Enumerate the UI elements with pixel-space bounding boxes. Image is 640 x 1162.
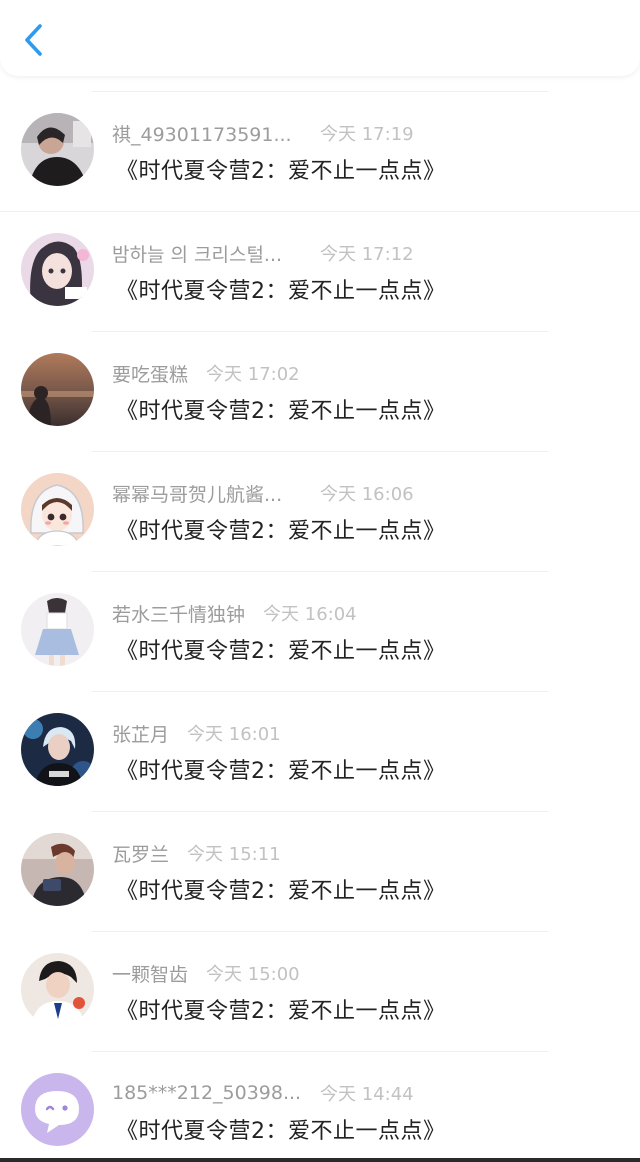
user-name: 祺_49301173591... [112, 123, 292, 146]
avatar[interactable] [21, 833, 94, 906]
list-item[interactable]: 一颗智齿 今天 15:00 《时代夏令营2：爱不止一点点》 [0, 931, 640, 1051]
chevron-left-icon [25, 24, 42, 56]
user-name: 要吃蛋糕 [112, 363, 189, 386]
item-title: 《时代夏令营2：爱不止一点点》 [116, 759, 446, 784]
timestamp: 今天 15:11 [187, 844, 281, 865]
divider [0, 211, 640, 212]
user-name: 瓦罗兰 [112, 843, 170, 866]
divider [92, 451, 548, 452]
item-title: 《时代夏令营2：爱不止一点点》 [116, 1119, 446, 1144]
item-meta: 瓦罗兰 今天 15:11 [112, 841, 281, 866]
avatar[interactable] [21, 473, 94, 546]
divider [92, 331, 548, 332]
item-meta: 若水三千情独钟 今天 16:04 [112, 601, 357, 626]
notification-list: 祺_49301173591... 今天 17:19 《时代夏令营2：爱不止一点点… [0, 91, 640, 1162]
item-meta: 幂幂马哥贺儿航酱... 今天 16:06 [112, 481, 414, 506]
item-title: 《时代夏令营2：爱不止一点点》 [116, 279, 446, 304]
item-meta: 一颗智齿 今天 15:00 [112, 961, 300, 986]
avatar[interactable] [21, 953, 94, 1026]
avatar[interactable] [21, 1073, 94, 1146]
timestamp: 今天 17:19 [320, 124, 414, 145]
item-title: 《时代夏令营2：爱不止一点点》 [116, 519, 446, 544]
item-meta: 185***212_50398... 今天 14:44 [112, 1081, 414, 1105]
user-name: 幂幂马哥贺儿航酱... [112, 483, 283, 506]
back-button[interactable] [16, 20, 52, 60]
user-name: 一颗智齿 [112, 963, 189, 986]
top-bar [0, 0, 640, 76]
timestamp: 今天 14:44 [320, 1084, 414, 1105]
timestamp: 今天 17:12 [320, 244, 414, 265]
item-meta: 张芷月 今天 16:01 [112, 721, 281, 746]
timestamp: 今天 16:04 [263, 604, 357, 625]
item-title: 《时代夏令营2：爱不止一点点》 [116, 879, 446, 904]
list-item[interactable]: 幂幂马哥贺儿航酱... 今天 16:06 《时代夏令营2：爱不止一点点》 [0, 451, 640, 571]
item-title: 《时代夏令营2：爱不止一点点》 [116, 639, 446, 664]
item-title: 《时代夏令营2：爱不止一点点》 [116, 159, 446, 184]
avatar[interactable] [21, 353, 94, 426]
list-item[interactable]: 张芷月 今天 16:01 《时代夏令营2：爱不止一点点》 [0, 691, 640, 811]
item-title: 《时代夏令营2：爱不止一点点》 [116, 399, 446, 424]
page: 祺_49301173591... 今天 17:19 《时代夏令营2：爱不止一点点… [0, 0, 640, 1162]
user-name: 185***212_50398... [112, 1082, 302, 1104]
timestamp: 今天 16:01 [187, 724, 281, 745]
avatar[interactable] [21, 713, 94, 786]
divider [92, 571, 548, 572]
list-item[interactable]: 若水三千情独钟 今天 16:04 《时代夏令营2：爱不止一点点》 [0, 571, 640, 691]
bottom-edge [0, 1158, 640, 1162]
user-name: 若水三千情独钟 [112, 603, 246, 626]
list-item[interactable]: 瓦罗兰 今天 15:11 《时代夏令营2：爱不止一点点》 [0, 811, 640, 931]
avatar[interactable] [21, 233, 94, 306]
user-name: 밤하늘 의 크리스털... [112, 243, 283, 266]
avatar[interactable] [21, 113, 94, 186]
list-item[interactable]: 祺_49301173591... 今天 17:19 《时代夏令营2：爱不止一点点… [0, 91, 640, 211]
item-title: 《时代夏令营2：爱不止一点点》 [116, 999, 446, 1024]
divider [92, 931, 548, 932]
user-name: 张芷月 [112, 723, 170, 746]
item-meta: 要吃蛋糕 今天 17:02 [112, 361, 300, 386]
timestamp: 今天 16:06 [320, 484, 414, 505]
divider [92, 91, 548, 92]
list-item[interactable]: 밤하늘 의 크리스털... 今天 17:12 《时代夏令营2：爱不止一点点》 [0, 211, 640, 331]
item-meta: 祺_49301173591... 今天 17:19 [112, 121, 414, 146]
item-meta: 밤하늘 의 크리스털... 今天 17:12 [112, 241, 414, 266]
list-item[interactable]: 185***212_50398... 今天 14:44 《时代夏令营2：爱不止一… [0, 1051, 640, 1162]
divider [92, 691, 548, 692]
avatar[interactable] [21, 593, 94, 666]
divider [92, 811, 548, 812]
timestamp: 今天 15:00 [206, 964, 300, 985]
timestamp: 今天 17:02 [206, 364, 300, 385]
list-item[interactable]: 要吃蛋糕 今天 17:02 《时代夏令营2：爱不止一点点》 [0, 331, 640, 451]
divider [92, 1051, 548, 1052]
